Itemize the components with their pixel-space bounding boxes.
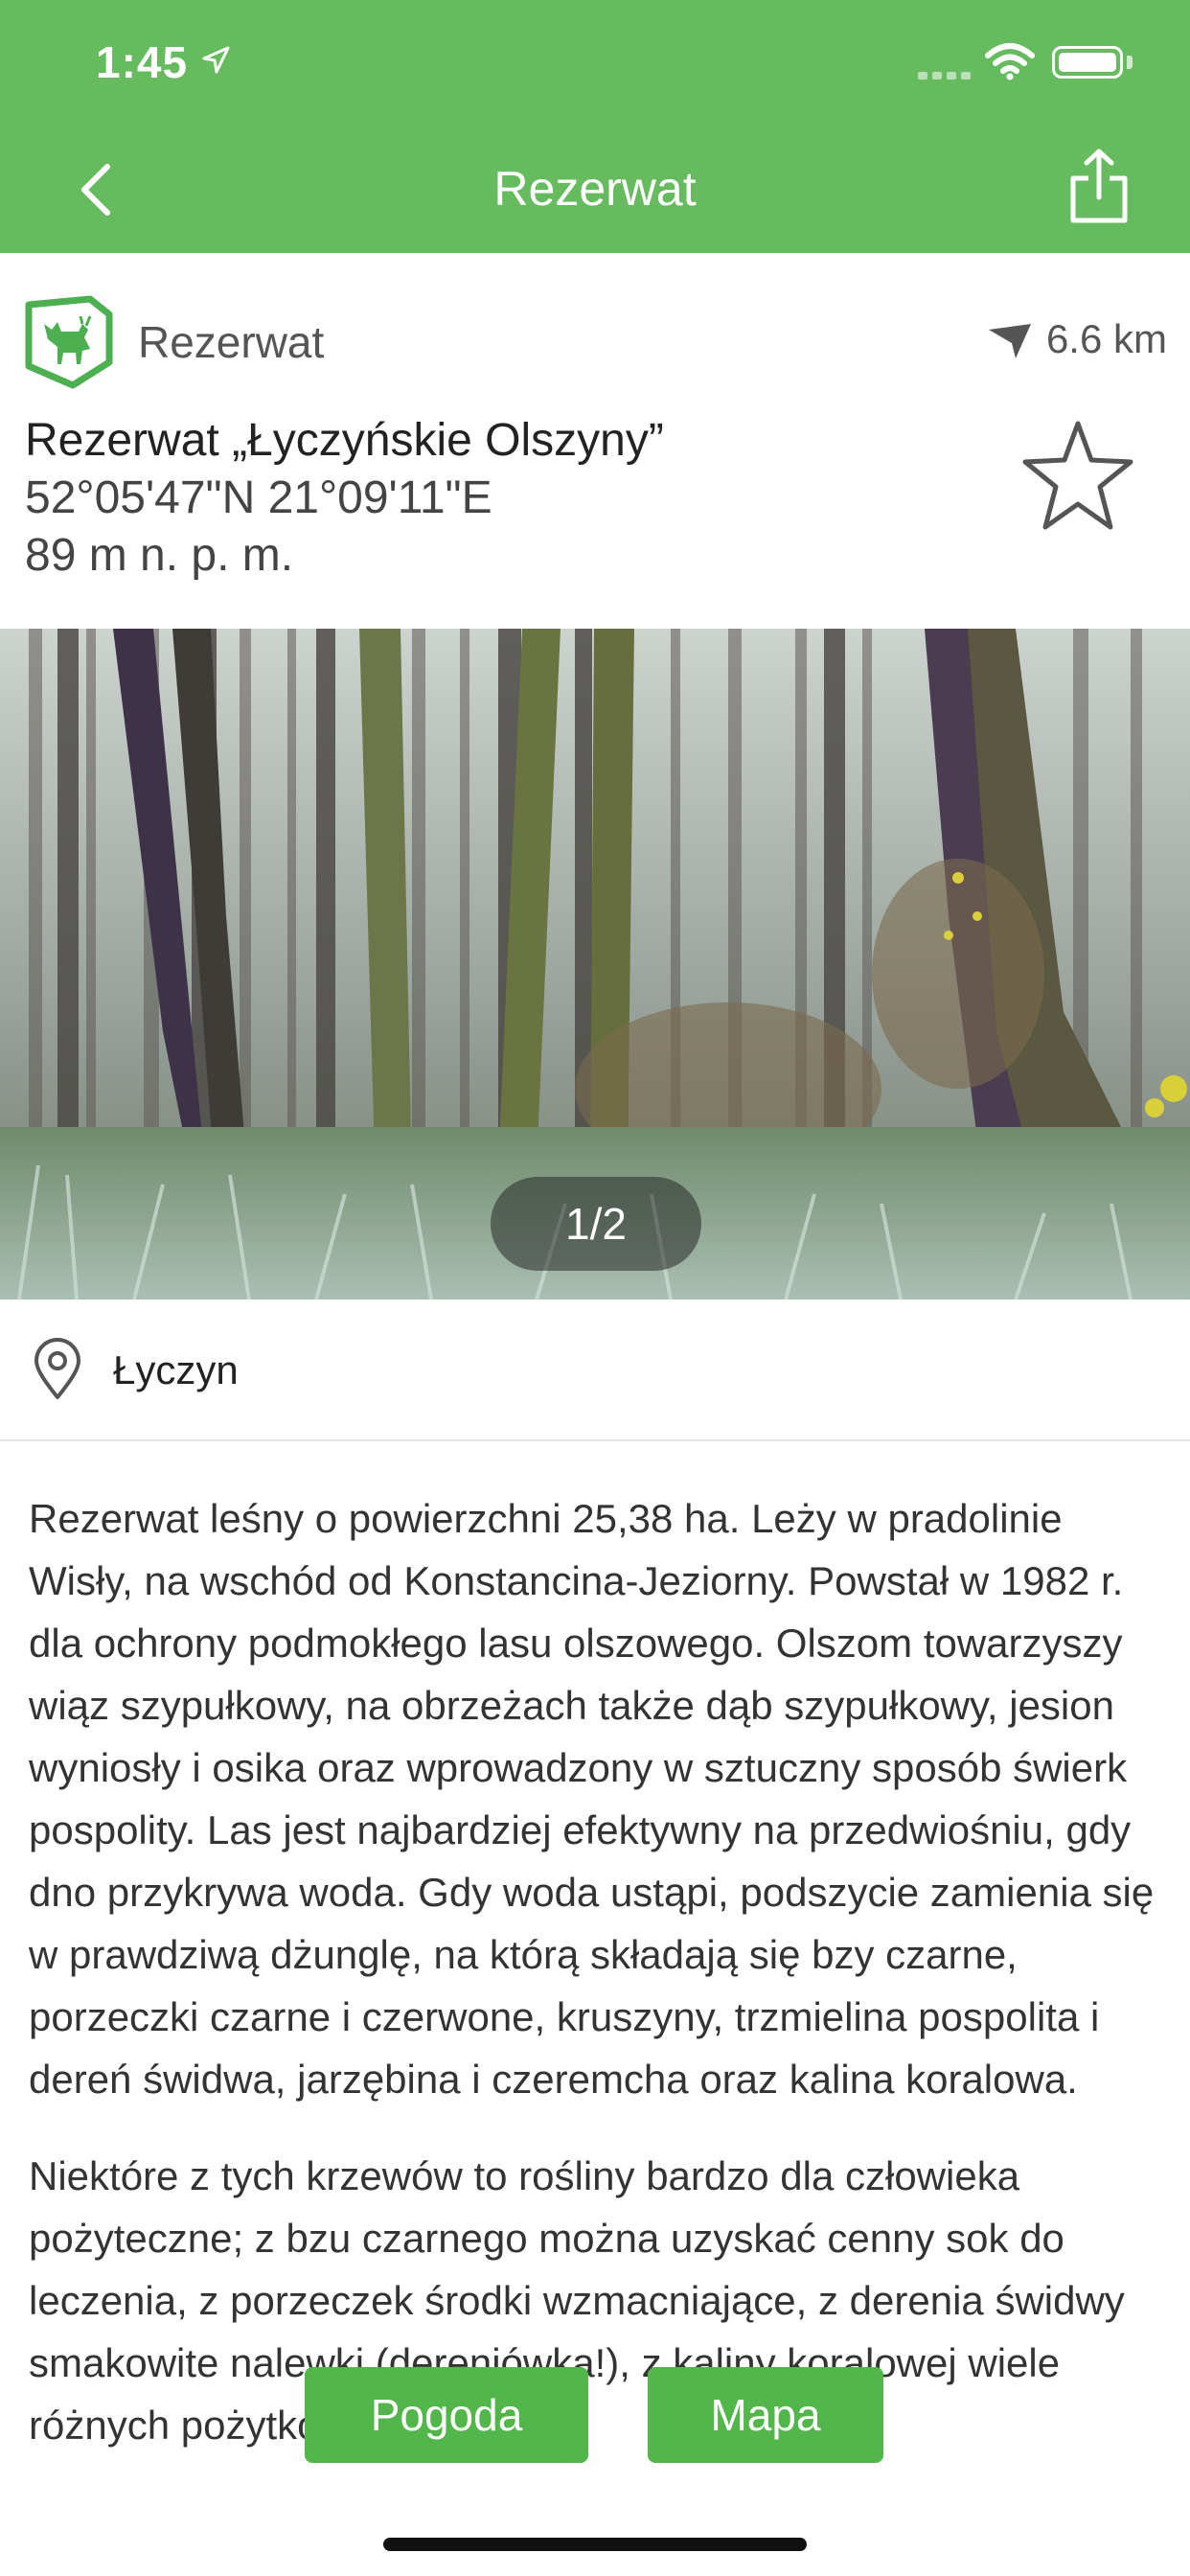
map-pin-icon <box>34 1338 80 1399</box>
app-header: 1:45 Rezerwat <box>0 0 1190 253</box>
battery-icon <box>1052 46 1123 79</box>
location-row[interactable]: Łyczyn <box>0 1300 1190 1441</box>
weather-button[interactable]: Pogoda <box>305 2367 588 2463</box>
battery-nub <box>1127 56 1133 69</box>
favorite-star-icon[interactable] <box>1019 418 1136 535</box>
reserve-deer-icon <box>25 295 113 389</box>
place-title: Rezerwat „Łyczyńskie Olszyny” <box>25 415 664 466</box>
coordinates: 52°05'47"N 21°09'11"E <box>25 472 492 523</box>
location-name: Łyczyn <box>113 1347 239 1392</box>
nav-title: Rezerwat <box>493 162 697 216</box>
cellular-signal-icon <box>918 72 971 80</box>
category-label: Rezerwat <box>138 317 325 367</box>
share-icon[interactable] <box>1065 148 1133 224</box>
description-paragraph-2: Niektóre z tych krzewów to rośliny bardz… <box>29 2153 1125 2448</box>
description: Rezerwat leśny o powierzchni 25,38 ha. L… <box>29 1487 1169 2491</box>
direction-arrow-icon <box>989 324 1031 358</box>
photo-counter: 1/2 <box>491 1177 701 1271</box>
map-button[interactable]: Mapa <box>648 2367 883 2463</box>
location-arrow-icon <box>202 46 230 74</box>
place-info: Rezerwat 6.6 km Rezerwat „Łyczyńskie Ols… <box>0 253 1190 629</box>
home-indicator <box>383 2538 807 2551</box>
wifi-icon <box>985 43 1035 80</box>
elevation: 89 m n. p. m. <box>25 530 294 581</box>
status-bar: 1:45 <box>0 0 1190 125</box>
distance-value: 6.6 km <box>1045 316 1167 361</box>
description-paragraph-1: Rezerwat leśny o powierzchni 25,38 ha. L… <box>29 1496 1155 2102</box>
status-time: 1:45 <box>96 37 189 87</box>
